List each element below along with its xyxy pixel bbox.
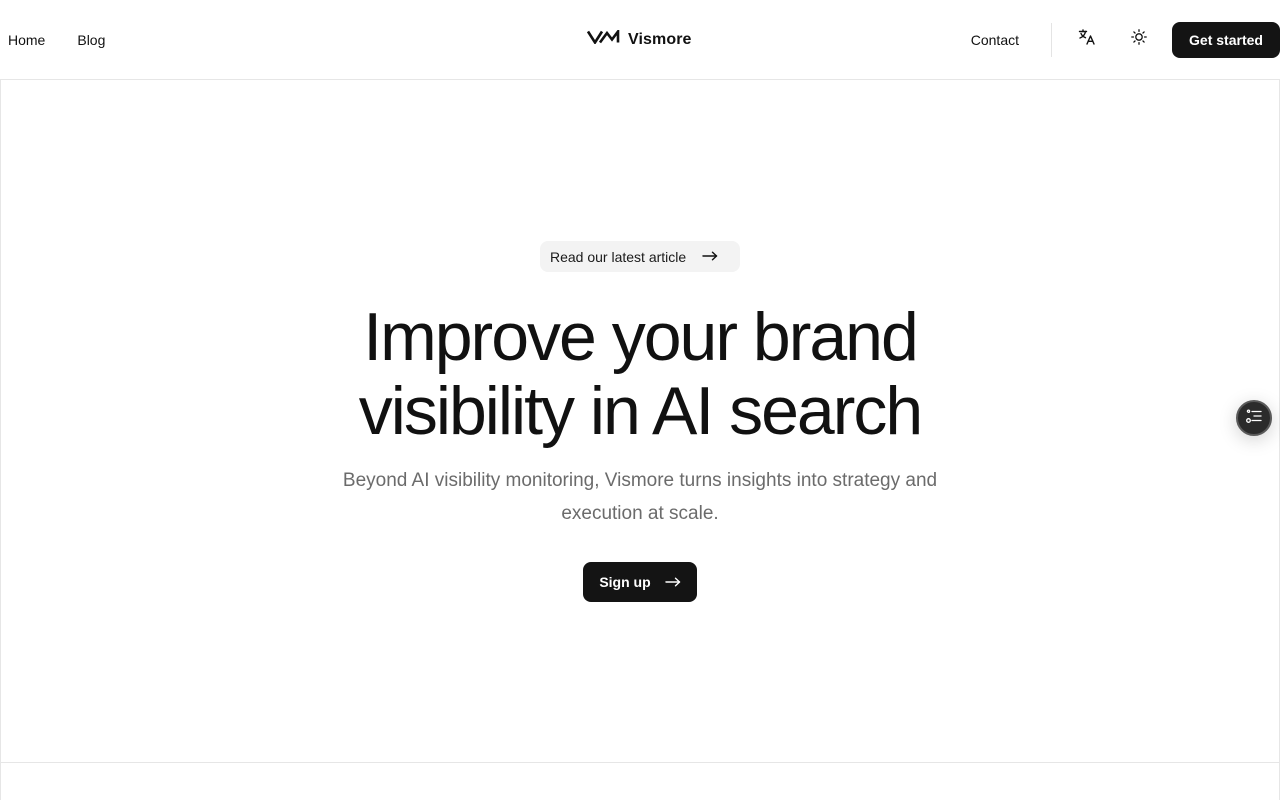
brand-logo-link[interactable]: Vismore bbox=[586, 0, 692, 79]
vm-logo-icon bbox=[586, 27, 620, 49]
list-settings-icon bbox=[1245, 408, 1263, 429]
translate-icon bbox=[1078, 28, 1096, 51]
sign-up-label: Sign up bbox=[599, 574, 651, 590]
nav-link-blog[interactable]: Blog bbox=[77, 32, 105, 48]
theme-toggle-button[interactable] bbox=[1126, 27, 1152, 53]
table-of-contents-button[interactable] bbox=[1236, 400, 1272, 436]
brand-name: Vismore bbox=[628, 30, 692, 48]
next-section bbox=[0, 763, 1280, 800]
hero-title-line-2: visibility in AI search bbox=[358, 373, 923, 449]
nav-link-contact[interactable]: Contact bbox=[971, 32, 1019, 48]
hero-title: Improve your brand visibility in AI sear… bbox=[0, 300, 1280, 448]
language-button[interactable] bbox=[1074, 27, 1100, 53]
nav-link-home[interactable]: Home bbox=[8, 32, 45, 48]
arrow-right-icon bbox=[664, 574, 681, 590]
hero-subtitle: Beyond AI visibility monitoring, Vismore… bbox=[342, 470, 938, 524]
hero-title-line-1: Improve your brand bbox=[363, 299, 919, 375]
latest-article-label: Read our latest article bbox=[550, 248, 687, 265]
arrow-right-icon bbox=[702, 248, 718, 266]
sign-up-button[interactable]: Sign up bbox=[583, 562, 697, 602]
sun-icon bbox=[1130, 28, 1148, 51]
primary-nav: Home Blog bbox=[8, 0, 105, 79]
get-started-button[interactable]: Get started bbox=[1172, 21, 1280, 58]
header-divider bbox=[1051, 22, 1052, 57]
header-actions: Contact Get started bbox=[971, 0, 1280, 79]
latest-article-link[interactable]: Read our latest article bbox=[540, 241, 740, 272]
site-header: Home Blog Vismore Contact Get started bbox=[0, 0, 1280, 80]
